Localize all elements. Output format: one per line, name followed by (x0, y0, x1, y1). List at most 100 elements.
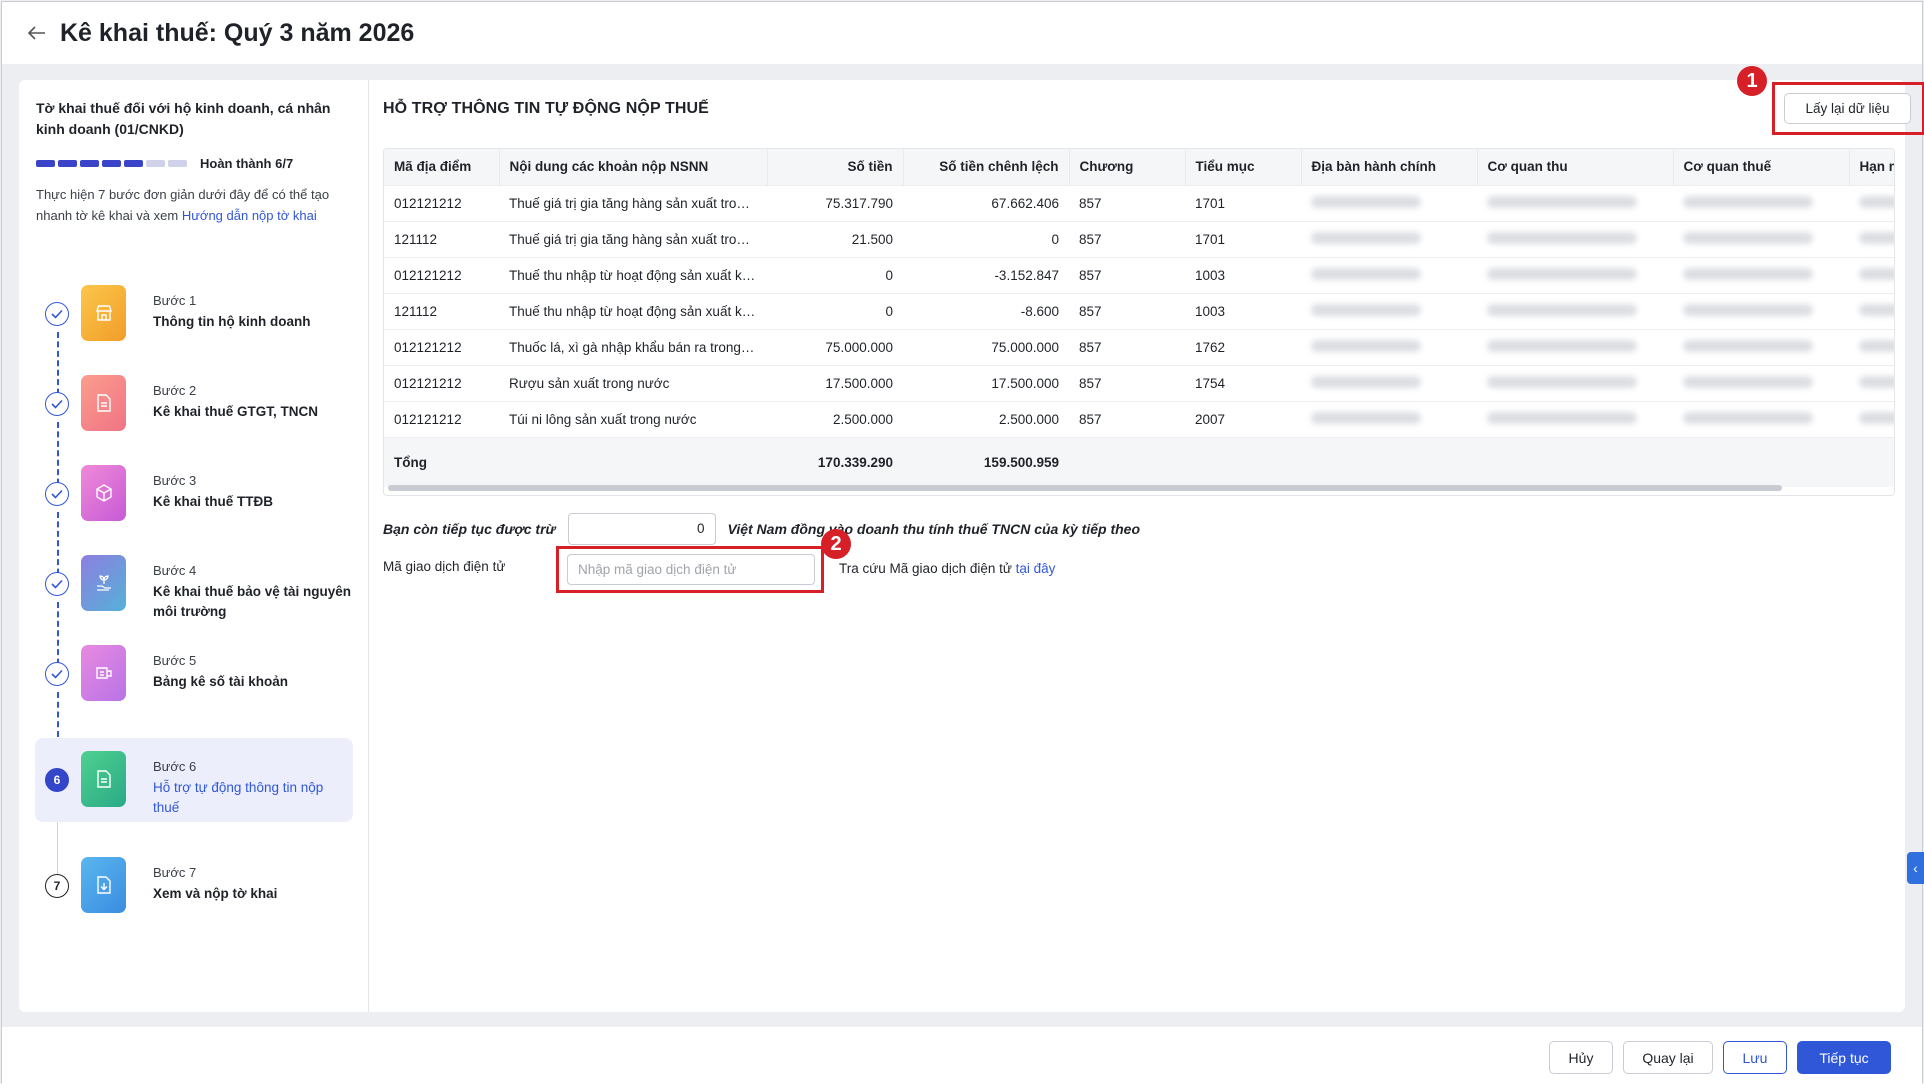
table-row[interactable]: 012121212 Thuốc lá, xì gà nhập khẩu bán r… (384, 328, 1894, 365)
redacted-block (1487, 339, 1637, 352)
redacted-cell (1477, 256, 1673, 293)
redacted-cell (1673, 220, 1849, 257)
sidebar-description: Thực hiện 7 bước đơn giản dưới đây để có… (36, 184, 356, 226)
store-icon (81, 285, 126, 341)
redacted-cell (1301, 220, 1477, 257)
step-name: Kê khai thuế bảo vệ tài nguyên môi trườn… (153, 584, 352, 619)
column-header[interactable]: Cơ quan thu (1477, 149, 1674, 185)
redacted-block (1859, 231, 1894, 244)
table-cell: 012121212 (384, 184, 499, 221)
progress-segment (146, 160, 165, 167)
table-row[interactable]: 121112 Thuế thu nhập từ hoạt động sản xuấ… (384, 292, 1894, 329)
column-header[interactable]: Hạn n (1849, 149, 1894, 185)
chevron-left-icon[interactable]: ‹ (1907, 852, 1924, 884)
redacted-cell (1849, 184, 1894, 221)
column-header[interactable]: Chương (1069, 149, 1186, 185)
progress-segment (124, 160, 143, 167)
column-header[interactable]: Tiểu mục (1185, 149, 1302, 185)
redacted-block (1311, 375, 1421, 388)
carry-over-input[interactable]: 0 (567, 513, 716, 545)
column-header[interactable]: Địa bàn hành chính (1301, 149, 1478, 185)
table-row[interactable]: 012121212 Thuế giá trị gia tăng hàng sản … (384, 184, 1894, 221)
table-cell: 17.500.000 (903, 364, 1069, 401)
sidebar-step-1[interactable]: Bước 1 Thông tin hộ kinh doanh (35, 272, 353, 356)
progress-segment (58, 160, 77, 167)
sidebar-step-4[interactable]: Bước 4 Kê khai thuế bảo vệ tài nguyên mô… (35, 542, 353, 626)
sidebar-step-6[interactable]: 6 Bước 6 Hỗ trợ tự động thông tin nộp th… (35, 738, 353, 822)
table-cell: Thuế giá trị gia tăng hàng sản xuất tron… (499, 220, 767, 257)
column-header[interactable]: Nội dung các khoản nộp NSNN (499, 149, 768, 185)
back-arrow-icon[interactable] (22, 18, 52, 48)
sidebar-step-2[interactable]: Bước 2 Kê khai thuế GTGT, TNCN (35, 362, 353, 446)
table-cell: Thuế giá trị gia tăng hàng sản xuất tron… (499, 184, 767, 221)
table-cell: 2.500.000 (903, 400, 1069, 437)
step-name: Thông tin hộ kinh doanh (153, 314, 311, 329)
sidebar-step-7[interactable]: 7 Bước 7 Xem và nộp tờ khai (35, 844, 353, 928)
redacted-block (1683, 267, 1813, 280)
refetch-data-button[interactable]: Lấy lại dữ liệu (1784, 93, 1911, 124)
form-title: Tờ khai thuế đối với hộ kinh doanh, cá n… (36, 100, 331, 137)
steps-sidebar: Tờ khai thuế đối với hộ kinh doanh, cá n… (19, 80, 369, 1012)
table-row[interactable]: 012121212 Túi ni lông sản xuất trong nước… (384, 400, 1894, 437)
redacted-cell (1477, 400, 1673, 437)
redacted-block (1487, 375, 1637, 388)
guide-link[interactable]: Hướng dẫn nộp tờ khai (182, 208, 317, 223)
column-header[interactable]: Số tiền chênh lệch (903, 149, 1070, 185)
lookup-link[interactable]: tại đây (1016, 561, 1056, 576)
transaction-code-input[interactable]: Nhập mã giao dịch điện tử (567, 554, 815, 585)
empty-cell (1673, 436, 1849, 487)
save-button[interactable]: Lưu (1723, 1041, 1787, 1074)
column-header[interactable]: Số tiền (767, 149, 904, 185)
redacted-block (1311, 195, 1421, 208)
redacted-cell (1477, 328, 1673, 365)
table-row[interactable]: 012121212 Rượu sản xuất trong nước 17.500.… (384, 364, 1894, 401)
table-cell: 121112 (384, 220, 499, 257)
back-button[interactable]: Quay lại (1623, 1041, 1713, 1074)
step-number-badge: 6 (45, 768, 69, 792)
column-header[interactable]: Cơ quan thuế (1673, 149, 1850, 185)
app-window: Kê khai thuế: Quý 3 năm 2026 Tờ khai thu… (1, 1, 1924, 1084)
redacted-cell (1477, 364, 1673, 401)
redacted-block (1311, 339, 1421, 352)
redacted-cell (1849, 292, 1894, 329)
section-title: HỖ TRỢ THÔNG TIN TỰ ĐỘNG NỘP THUẾ (383, 100, 709, 117)
table-row[interactable]: 121112 Thuế giá trị gia tăng hàng sản xuấ… (384, 220, 1894, 257)
table-cell: 1762 (1185, 328, 1301, 365)
sidebar-step-3[interactable]: Bước 3 Kê khai thuế TTĐB (35, 452, 353, 536)
table-row[interactable]: 012121212 Thuế thu nhập từ hoạt động sản … (384, 256, 1894, 293)
redacted-block (1487, 195, 1637, 208)
redacted-block (1683, 231, 1813, 244)
horizontal-scrollbar[interactable] (388, 485, 1782, 491)
table-cell: 857 (1069, 220, 1185, 257)
table-cell: Túi ni lông sản xuất trong nước (499, 400, 767, 437)
progress-label: Hoàn thành 6/7 (200, 156, 294, 171)
redacted-block (1487, 303, 1637, 316)
step-name: Kê khai thuế GTGT, TNCN (153, 404, 319, 419)
redacted-block (1311, 267, 1421, 280)
table-cell: 1003 (1185, 256, 1301, 293)
redacted-block (1487, 231, 1637, 244)
step-name: Xem và nộp tờ khai (153, 886, 278, 901)
check-icon (45, 302, 69, 326)
redacted-block (1487, 267, 1637, 280)
sidebar-step-5[interactable]: Bước 5 Bảng kê số tài khoản (35, 632, 353, 716)
table-cell: Thuế thu nhập từ hoạt động sản xuất kinh… (499, 292, 767, 329)
next-button[interactable]: Tiếp tục (1797, 1041, 1891, 1074)
table-cell: 75.317.790 (767, 184, 903, 221)
empty-cell (1185, 436, 1301, 487)
download-doc-icon (81, 857, 126, 913)
table-cell: 012121212 (384, 256, 499, 293)
cancel-button[interactable]: Hủy (1549, 1041, 1613, 1074)
progress-segment (36, 160, 55, 167)
table-cell: 857 (1069, 256, 1185, 293)
main-content: HỖ TRỢ THÔNG TIN TỰ ĐỘNG NỘP THUẾ Lấy lạ… (369, 66, 1924, 1012)
empty-cell (1301, 436, 1477, 487)
table-cell: 857 (1069, 364, 1185, 401)
table-cell: 0 (903, 220, 1069, 257)
redacted-cell (1849, 328, 1894, 365)
column-header[interactable]: Mã địa điểm (384, 149, 500, 185)
redacted-block (1683, 303, 1813, 316)
table-cell: -8.600 (903, 292, 1069, 329)
table-cell: 21.500 (767, 220, 903, 257)
redacted-block (1683, 375, 1813, 388)
